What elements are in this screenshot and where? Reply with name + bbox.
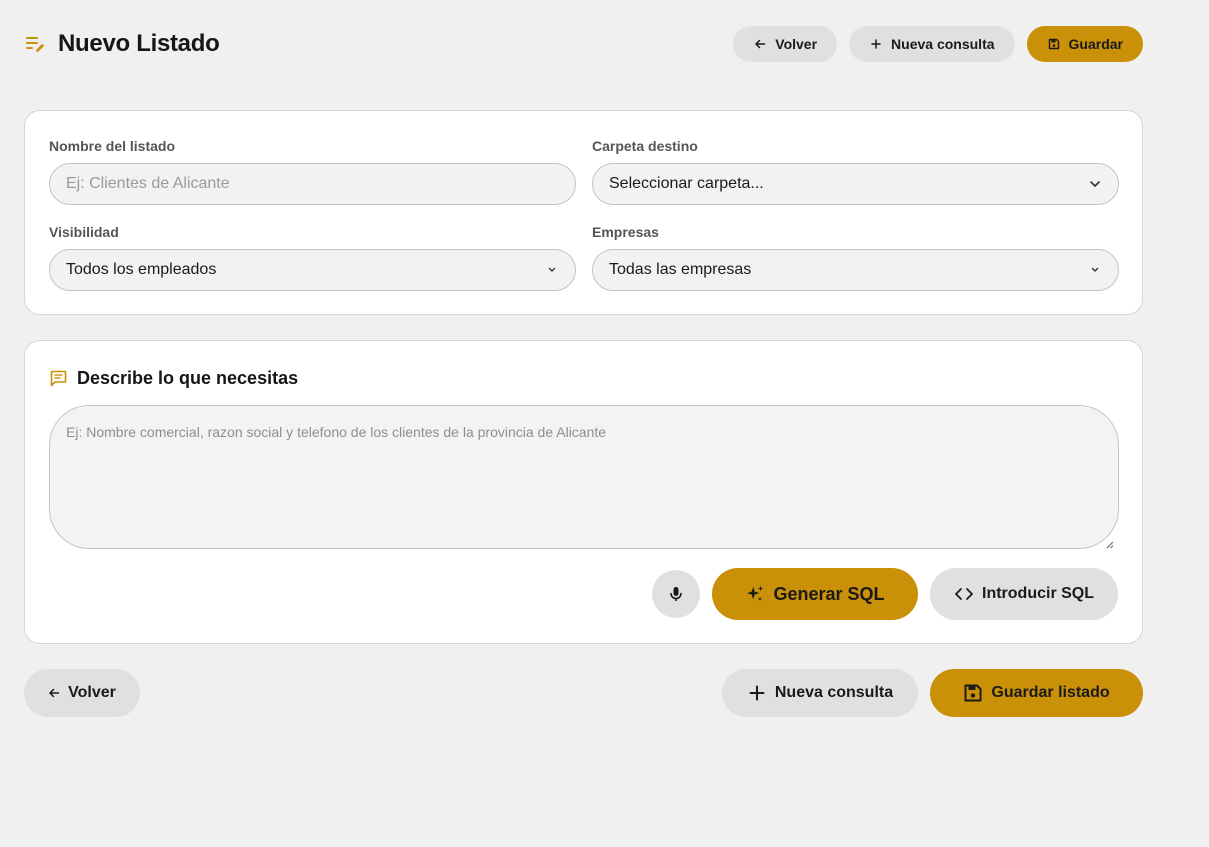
enter-sql-label: Introducir SQL bbox=[982, 585, 1094, 602]
microphone-icon bbox=[667, 585, 685, 603]
code-brackets-icon bbox=[954, 584, 974, 604]
title-group: Nuevo Listado bbox=[24, 30, 220, 58]
floppy-disk-icon bbox=[1047, 37, 1061, 51]
chevron-down-icon bbox=[1088, 177, 1102, 191]
footer-back-label: Volver bbox=[68, 684, 116, 701]
describe-title: Describe lo que necesitas bbox=[77, 368, 299, 388]
generate-sql-button[interactable]: Generar SQL bbox=[712, 568, 918, 620]
new-query-button-label: Nueva consulta bbox=[891, 36, 995, 52]
arrow-left-icon bbox=[753, 37, 767, 51]
list-name-field: Nombre del listado bbox=[49, 138, 576, 205]
folder-label: Carpeta destino bbox=[592, 138, 698, 154]
save-button-label: Guardar bbox=[1068, 36, 1123, 52]
page-footer: Volver Nueva consulta Guardar listado bbox=[24, 669, 1143, 717]
microphone-button[interactable] bbox=[652, 570, 700, 618]
companies-select-value: Todas las empresas bbox=[609, 261, 752, 278]
list-name-control bbox=[49, 163, 576, 205]
describe-card: Describe lo que necesitas Ej: Nombre com… bbox=[24, 340, 1143, 644]
list-name-input[interactable] bbox=[66, 175, 559, 193]
folder-select[interactable]: Seleccionar carpeta... bbox=[592, 163, 1119, 205]
save-button[interactable]: Guardar bbox=[1026, 26, 1143, 62]
visibility-select[interactable]: Todos los empleados bbox=[49, 249, 576, 291]
describe-textarea[interactable] bbox=[66, 424, 1102, 530]
visibility-field: Visibilidad Todos los empleados bbox=[49, 224, 576, 291]
save-list-button[interactable]: Guardar listado bbox=[930, 669, 1143, 717]
footer-new-query-button[interactable]: Nueva consulta bbox=[722, 669, 918, 717]
folder-select-value: Seleccionar carpeta... bbox=[609, 175, 764, 192]
plus-icon bbox=[869, 37, 883, 51]
folder-field: Carpeta destino Seleccionar carpeta... bbox=[592, 138, 1119, 205]
chevron-down-icon bbox=[545, 263, 559, 277]
companies-select[interactable]: Todas las empresas bbox=[592, 249, 1119, 291]
page-header: Nuevo Listado Volver Nueva consulta Guar… bbox=[24, 26, 1143, 62]
companies-label: Empresas bbox=[592, 224, 659, 240]
page-title: Nuevo Listado bbox=[58, 30, 220, 57]
resize-handle-icon[interactable] bbox=[1106, 536, 1114, 549]
visibility-label: Visibilidad bbox=[49, 224, 119, 240]
chat-bubble-icon bbox=[49, 369, 68, 388]
list-settings-card: Nombre del listado Carpeta destino Selec… bbox=[24, 110, 1143, 315]
describe-actions: Generar SQL Introducir SQL bbox=[652, 568, 1118, 620]
describe-textarea-wrap bbox=[49, 405, 1119, 549]
footer-actions: Nueva consulta Guardar listado bbox=[722, 669, 1143, 717]
visibility-select-value: Todos los empleados bbox=[66, 261, 217, 278]
page: Nuevo Listado Volver Nueva consulta Guar… bbox=[0, 0, 1209, 847]
header-actions: Volver Nueva consulta Guardar bbox=[733, 26, 1143, 62]
footer-back-button[interactable]: Volver bbox=[24, 669, 140, 717]
back-button[interactable]: Volver bbox=[733, 26, 838, 62]
sparkles-icon bbox=[745, 584, 765, 604]
companies-field: Empresas Todas las empresas bbox=[592, 224, 1119, 291]
save-list-label: Guardar listado bbox=[991, 684, 1110, 701]
arrow-left-icon bbox=[48, 687, 60, 699]
list-name-label: Nombre del listado bbox=[49, 138, 176, 154]
new-query-button[interactable]: Nueva consulta bbox=[849, 26, 1015, 62]
back-button-label: Volver bbox=[775, 36, 818, 52]
chevron-down-icon bbox=[1088, 263, 1102, 277]
footer-new-query-label: Nueva consulta bbox=[774, 684, 894, 701]
describe-header: Describe lo que necesitas bbox=[49, 368, 298, 389]
generate-sql-label: Generar SQL bbox=[773, 583, 885, 604]
edit-list-icon bbox=[24, 33, 46, 55]
enter-sql-button[interactable]: Introducir SQL bbox=[930, 568, 1118, 620]
plus-icon bbox=[747, 683, 767, 703]
floppy-disk-icon bbox=[963, 683, 983, 703]
